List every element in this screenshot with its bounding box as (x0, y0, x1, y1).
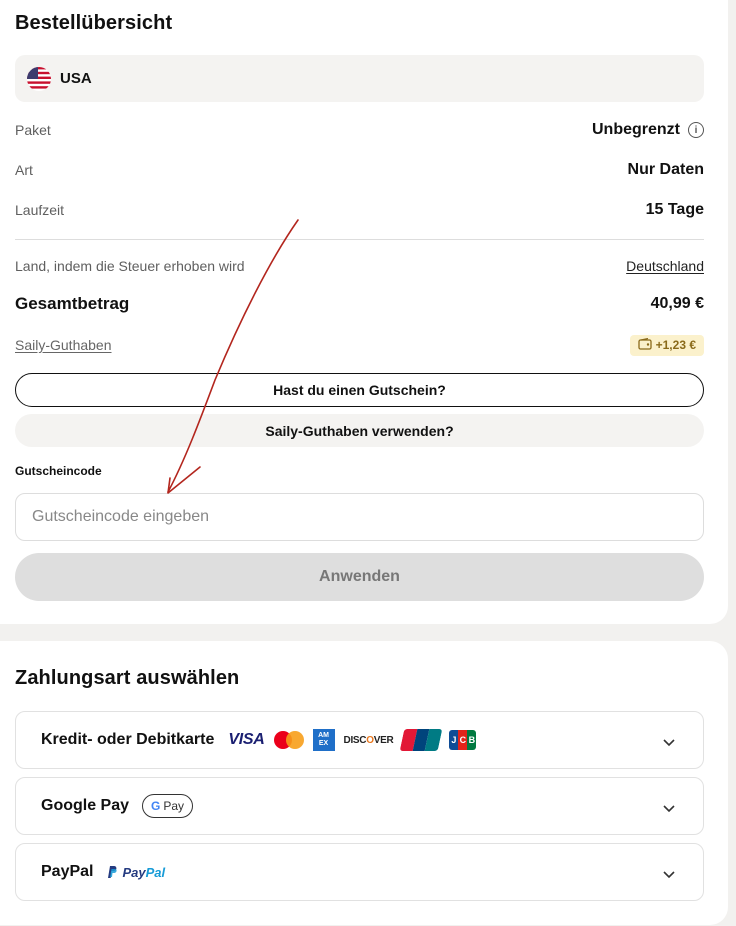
voucher-input[interactable] (15, 493, 704, 541)
amex-logo: AM EX (312, 729, 335, 751)
divider (15, 239, 704, 240)
wallet-icon (637, 337, 652, 353)
use-credit-button[interactable]: Saily-Guthaben verwenden? (15, 414, 704, 447)
payment-method-google-pay[interactable]: Google Pay G Pay (15, 777, 704, 835)
duration-value: 15 Tage (645, 201, 704, 218)
paypal-logo: PayPal (106, 865, 165, 880)
package-value: Unbegrenzt (592, 121, 680, 138)
order-summary-card: Bestellübersicht USA Paket Unbegrenzt i … (0, 0, 728, 624)
us-flag-icon (27, 66, 51, 91)
duration-label: Laufzeit (15, 202, 65, 218)
credit-amount: +1,23 € (655, 338, 696, 352)
row-credit: Saily-Guthaben +1,23 € (15, 333, 704, 357)
payment-title: Zahlungsart auswählen (15, 667, 240, 689)
info-icon[interactable]: i (688, 122, 704, 138)
package-label: Paket (15, 122, 51, 138)
paypal-label: PayPal (41, 863, 94, 880)
country-name: USA (60, 70, 92, 87)
type-label: Art (15, 162, 33, 178)
country-selector[interactable]: USA (15, 55, 704, 102)
discover-logo: DISCOVER (343, 734, 394, 746)
saily-credit-link[interactable]: Saily-Guthaben (15, 337, 112, 353)
card-logos: VISA AM EX DISCOVER JCB (228, 729, 477, 751)
payment-card: Zahlungsart auswählen Kredit- oder Debit… (0, 641, 728, 925)
row-package: Paket Unbegrenzt i (15, 120, 704, 140)
chevron-down-icon[interactable] (663, 734, 675, 752)
payment-method-paypal[interactable]: PayPal PayPal (15, 843, 704, 901)
google-pay-label: Google Pay (41, 797, 130, 814)
chevron-down-icon[interactable] (663, 800, 675, 818)
row-type: Art Nur Daten (15, 160, 704, 180)
payment-method-card[interactable]: Kredit- oder Debitkarte VISA AM EX DISCO… (15, 711, 704, 769)
mastercard-logo (273, 731, 304, 749)
type-value: Nur Daten (627, 161, 704, 178)
row-tax-country: Land, indem die Steuer erhoben wird Deut… (15, 256, 704, 276)
total-value: 40,99 € (650, 295, 704, 312)
tax-country-link[interactable]: Deutschland (626, 258, 704, 274)
total-label: Gesamtbetrag (15, 294, 130, 313)
visa-logo: VISA (228, 731, 265, 748)
unionpay-logo (400, 729, 443, 751)
row-duration: Laufzeit 15 Tage (15, 200, 704, 220)
chevron-down-icon[interactable] (663, 866, 675, 884)
voucher-field-label: Gutscheincode (15, 464, 102, 478)
tax-country-label: Land, indem die Steuer erhoben wird (15, 258, 245, 274)
apply-button[interactable]: Anwenden (15, 553, 704, 601)
order-summary-title: Bestellübersicht (15, 12, 173, 34)
google-pay-logo: G Pay (142, 794, 194, 818)
card-method-label: Kredit- oder Debitkarte (41, 731, 215, 748)
jcb-logo: JCB (449, 730, 477, 750)
voucher-toggle-button[interactable]: Hast du einen Gutschein? (15, 373, 704, 407)
credit-badge: +1,23 € (629, 334, 704, 356)
row-total: Gesamtbetrag 40,99 € (15, 293, 704, 315)
